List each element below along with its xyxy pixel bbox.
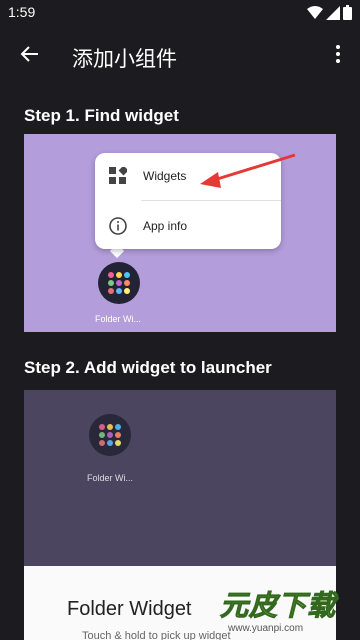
- status-bar: 1:59: [0, 0, 360, 24]
- widget-sheet-subtitle: Touch & hold to pick up widget: [82, 630, 231, 640]
- pointer-arrow: [200, 153, 296, 188]
- app-icon: [89, 414, 131, 456]
- watermark-url: www.yuanpi.com: [228, 623, 304, 634]
- status-time: 1:59: [8, 4, 36, 20]
- app-icon: [98, 262, 140, 304]
- step-1-illustration: Widgets App info Folder Wi...: [24, 134, 336, 332]
- status-icons: [307, 5, 352, 25]
- back-button[interactable]: [6, 32, 54, 80]
- signal-icon: [326, 5, 340, 25]
- more-options-button[interactable]: [316, 32, 360, 80]
- wifi-icon: [307, 5, 323, 25]
- step-2-title: Step 2. Add widget to launcher: [24, 358, 272, 377]
- watermark-brand: 元皮下载: [219, 589, 337, 623]
- page-title: 添加小组件: [72, 47, 177, 71]
- watermark-logo: 元皮下载 www.yuanpi.com: [212, 580, 360, 640]
- arrow-left-icon: [20, 44, 40, 69]
- app-label: Folder Wi...: [87, 473, 134, 483]
- app-label: Folder Wi...: [95, 314, 142, 324]
- toolbar: 添加小组件: [0, 24, 360, 88]
- step-1-title: Step 1. Find widget: [24, 106, 179, 125]
- battery-icon: [343, 5, 352, 25]
- more-vert-icon: [336, 44, 340, 68]
- widget-sheet-title: Folder Widget: [67, 598, 192, 620]
